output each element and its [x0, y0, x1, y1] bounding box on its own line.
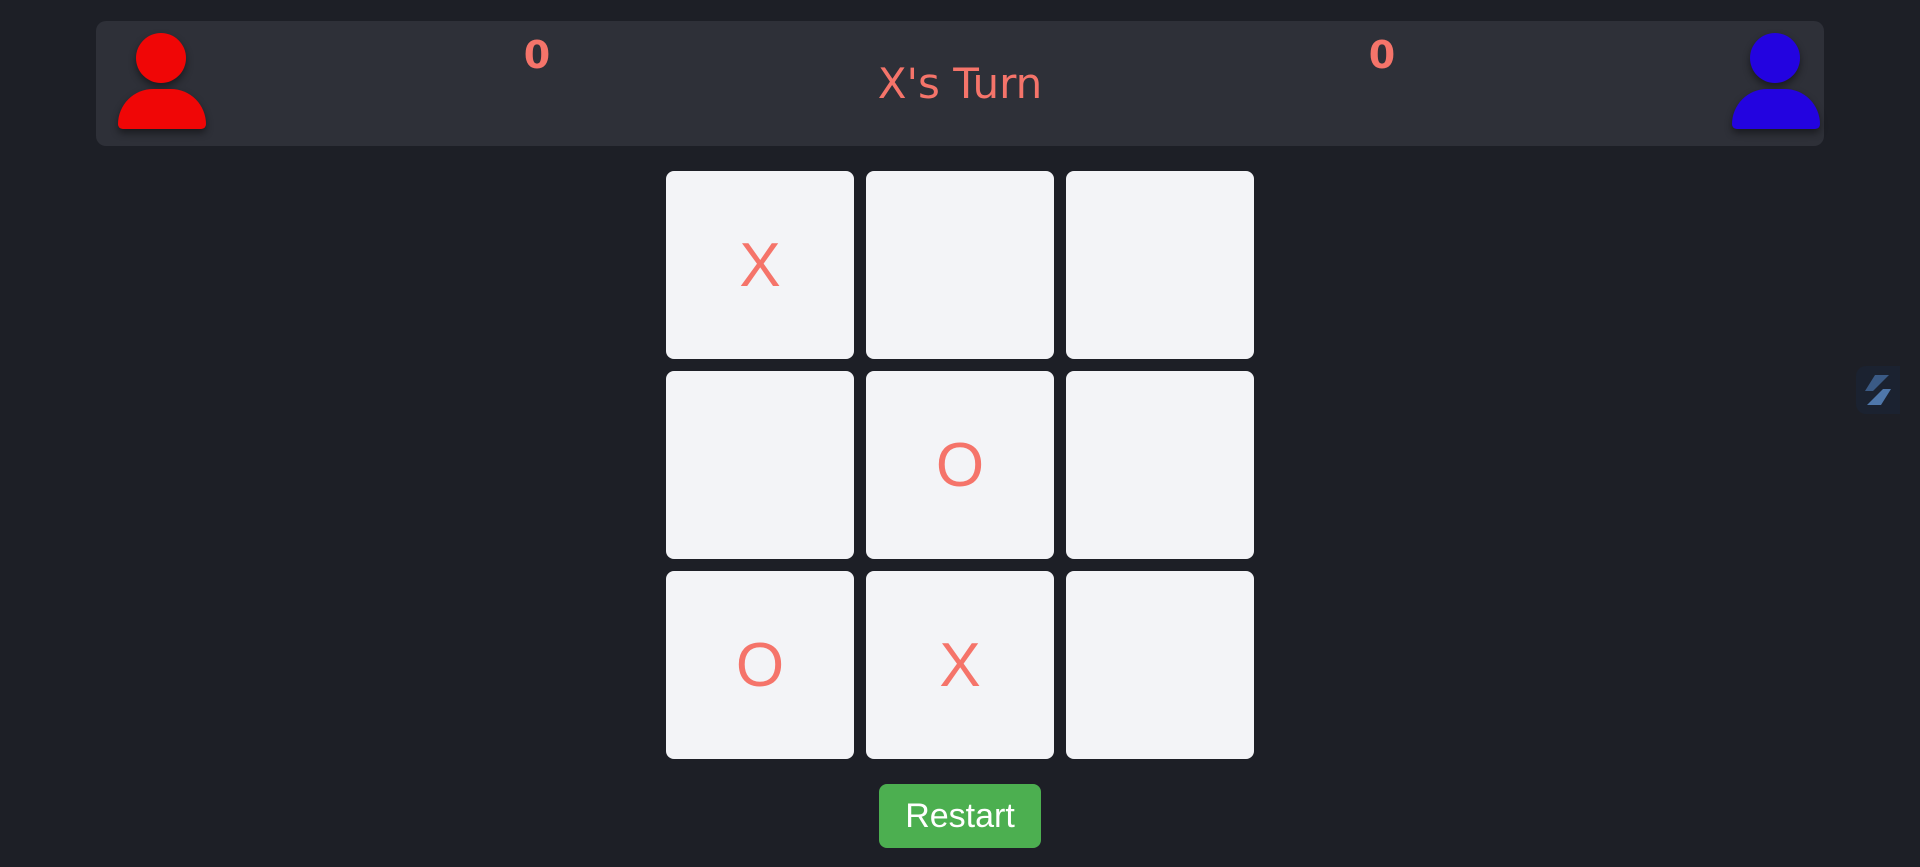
game-board: X O O X	[666, 171, 1254, 759]
player-o-avatar-icon	[1722, 33, 1820, 133]
turn-indicator: X's Turn	[877, 59, 1043, 108]
board-cell-1[interactable]: X	[666, 171, 854, 359]
scoreboard: 0 X's Turn 0	[96, 21, 1824, 146]
extension-widget[interactable]	[1856, 366, 1900, 414]
board-cell-5[interactable]: O	[866, 371, 1054, 559]
board-cell-8[interactable]: X	[866, 571, 1054, 759]
board-cell-2[interactable]	[866, 171, 1054, 359]
board-cell-7[interactable]: O	[666, 571, 854, 759]
board-cell-3[interactable]	[1066, 171, 1254, 359]
player-o-avatar-head	[1750, 33, 1800, 83]
player-o-score: 0	[1368, 33, 1396, 77]
extension-icon	[1865, 375, 1891, 405]
board-cell-9[interactable]	[1066, 571, 1254, 759]
board-cell-4[interactable]	[666, 371, 854, 559]
player-o-avatar-body	[1732, 89, 1820, 129]
board-cell-6[interactable]	[1066, 371, 1254, 559]
restart-button[interactable]: Restart	[879, 784, 1041, 848]
